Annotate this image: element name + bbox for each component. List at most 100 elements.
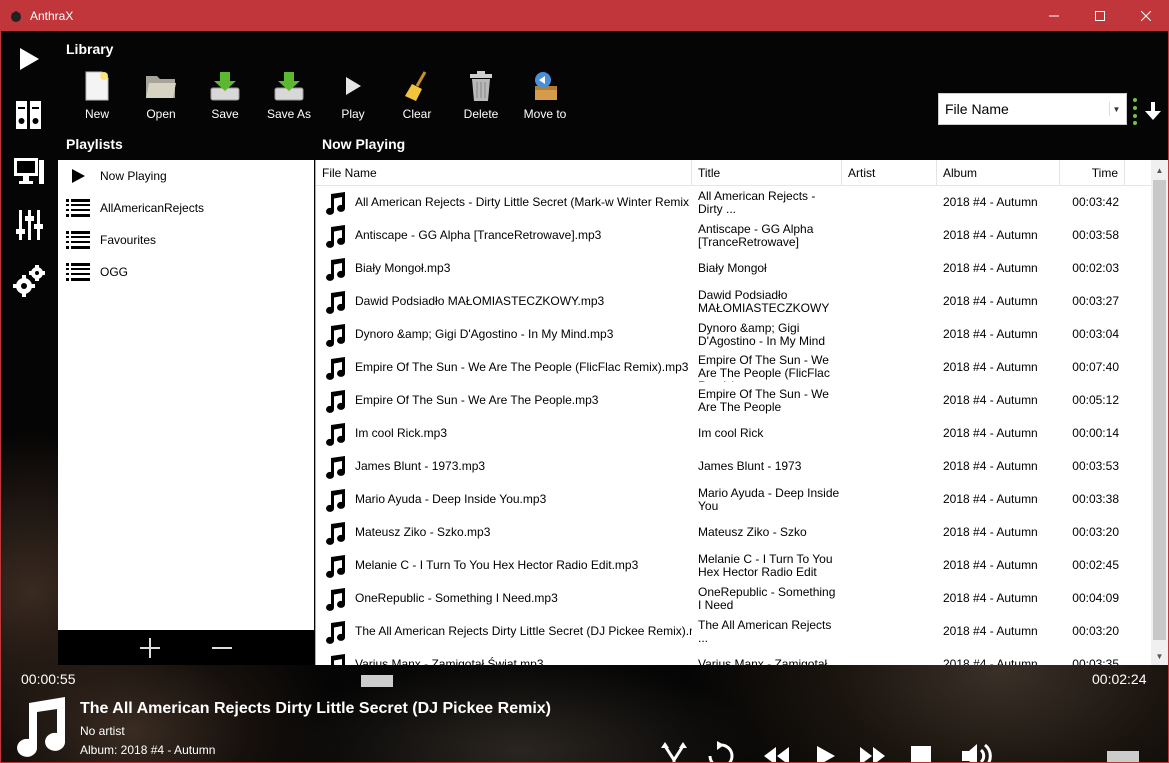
fast-forward-button[interactable]	[855, 739, 891, 762]
open-button[interactable]: Open	[129, 69, 193, 125]
cell-album: 2018 #4 - Autumn	[943, 196, 1038, 209]
cell-file-name: The All American Rejects Dirty Little Se…	[316, 620, 692, 644]
cell-file-name: Im cool Rick.mp3	[316, 422, 692, 446]
column-header-album[interactable]: Album	[937, 160, 1060, 186]
new-button[interactable]: New	[65, 69, 129, 125]
cell-file-name: Dawid Podsiadło MAŁOMIASTECZKOWY.mp3	[316, 290, 692, 314]
cell-album: 2018 #4 - Autumn	[943, 394, 1038, 407]
table-row[interactable]: Biały Mongoł.mp3 Biały Mongoł 2018 #4 - Au…	[316, 252, 1152, 285]
music-note-icon	[324, 488, 346, 512]
table-row[interactable]: All American Rejects - Dirty Little Secr…	[316, 186, 1152, 219]
file-name-text: Mario Ayuda - Deep Inside You.mp3	[355, 492, 547, 506]
table-row[interactable]: Im cool Rick.mp3 Im cool Rick 2018 #4 - Au…	[316, 417, 1152, 450]
table-row[interactable]: Mateusz Ziko - Szko.mp3 Mateusz Ziko - Sz…	[316, 516, 1152, 549]
play-pause-button[interactable]	[807, 739, 843, 762]
player-bar: 00:00:55 00:02:24 The All American Rejec…	[1, 665, 1168, 762]
nav-display[interactable]	[11, 153, 47, 189]
sort-field-select[interactable]: File Name ▼	[938, 93, 1127, 125]
file-name-text: The All American Rejects Dirty Little Se…	[355, 624, 692, 638]
add-playlist-button[interactable]	[138, 636, 162, 660]
table-row[interactable]: Dynoro &amp; Gigi D'Agostino - In My Min…	[316, 318, 1152, 351]
clear-button[interactable]: Clear	[385, 69, 449, 125]
minus-icon	[212, 646, 232, 649]
monitor-icon	[14, 158, 44, 184]
vertical-scrollbar[interactable]: ▲ ▼	[1151, 160, 1168, 665]
music-note-icon	[324, 554, 346, 578]
playlist-item-now-playing[interactable]: Now Playing	[58, 160, 314, 192]
repeat-icon	[708, 741, 734, 762]
drag-grip-icon[interactable]	[1132, 97, 1138, 125]
close-button[interactable]	[1123, 0, 1169, 31]
rewind-button[interactable]	[758, 739, 794, 762]
sort-direction-button[interactable]	[1144, 101, 1162, 121]
nav-settings[interactable]	[11, 263, 47, 299]
cell-file-name: Antiscape - GG Alpha [TranceRetrowave].m…	[316, 224, 692, 248]
music-note-icon	[324, 587, 346, 611]
nav-now-playing[interactable]	[11, 41, 47, 77]
file-name-text: Empire Of The Sun - We Are The People.mp…	[355, 393, 599, 407]
play-icon	[20, 48, 39, 70]
volume-button[interactable]	[959, 739, 995, 762]
move-to-button[interactable]: Move to	[513, 69, 577, 125]
cell-time: 00:03:04	[1072, 328, 1119, 341]
delete-button[interactable]: Delete	[449, 69, 513, 125]
list-icon	[66, 262, 90, 282]
shuffle-button[interactable]	[656, 739, 692, 762]
cell-album: 2018 #4 - Autumn	[943, 427, 1038, 440]
file-name-text: Biały Mongoł.mp3	[355, 261, 451, 275]
repeat-button[interactable]	[703, 739, 739, 762]
column-header-file-name[interactable]: File Name	[316, 160, 692, 186]
list-icon	[66, 230, 90, 250]
list-icon	[66, 198, 90, 218]
cell-file-name: Biały Mongoł.mp3	[316, 257, 692, 281]
scroll-down-icon[interactable]: ▼	[1151, 648, 1168, 665]
seek-slider-thumb[interactable]	[361, 675, 393, 687]
playlist-item-favourites[interactable]: Favourites	[58, 224, 314, 256]
remove-playlist-button[interactable]	[210, 636, 234, 660]
plus-icon	[140, 637, 160, 658]
minimize-button[interactable]	[1031, 0, 1077, 31]
save-button[interactable]: Save	[193, 69, 257, 125]
play-button[interactable]: Play	[321, 69, 385, 125]
playlists-heading: Playlists	[66, 136, 123, 152]
cell-title: James Blunt - 1973	[698, 460, 802, 473]
column-header-time[interactable]: Time	[1060, 160, 1125, 186]
column-header-title[interactable]: Title	[692, 160, 842, 186]
scrollbar-thumb[interactable]	[1153, 180, 1166, 640]
cell-title: The All American Rejects ...	[698, 618, 832, 645]
music-note-icon	[324, 290, 346, 314]
arrow-down-icon	[1145, 102, 1161, 120]
maximize-button[interactable]	[1077, 0, 1123, 31]
table-row[interactable]: Melanie C - I Turn To You Hex Hector Rad…	[316, 549, 1152, 582]
table-row[interactable]: Empire Of The Sun - We Are The People.mp…	[316, 384, 1152, 417]
nav-equalizer[interactable]	[11, 207, 47, 243]
cell-title: Dawid Podsiadło MAŁOMIASTECZKOWY	[698, 288, 830, 315]
app-logo-icon	[8, 8, 24, 24]
sort-field-value: File Name	[945, 101, 1009, 117]
table-row[interactable]: The All American Rejects Dirty Little Se…	[316, 615, 1152, 648]
cell-time: 00:02:03	[1072, 262, 1119, 275]
table-row[interactable]: OneRepublic - Something I Need.mp3 OneRep…	[316, 582, 1152, 615]
table-row[interactable]: Empire Of The Sun - We Are The People (F…	[316, 351, 1152, 384]
music-note-icon	[324, 224, 346, 248]
track-table: File Name Title Artist Album Time All Am…	[315, 160, 1168, 665]
save-as-button[interactable]: Save As	[257, 69, 321, 125]
table-row[interactable]: James Blunt - 1973.mp3 James Blunt - 1973…	[316, 450, 1152, 483]
column-header-artist[interactable]: Artist	[842, 160, 937, 186]
cell-time: 00:03:38	[1072, 493, 1119, 506]
cell-title: Empire Of The Sun - We Are The People (F…	[698, 353, 830, 382]
table-row[interactable]: Antiscape - GG Alpha [TranceRetrowave].m…	[316, 219, 1152, 252]
play-icon	[66, 166, 90, 186]
file-name-text: James Blunt - 1973.mp3	[355, 459, 486, 473]
nav-library[interactable]	[11, 97, 47, 133]
table-row[interactable]: Dawid Podsiadło MAŁOMIASTECZKOWY.mp3 Dawi…	[316, 285, 1152, 318]
playlist-item-allamericanrejects[interactable]: AllAmericanRejects	[58, 192, 314, 224]
volume-slider-thumb[interactable]	[1107, 751, 1139, 762]
playlist-item-ogg[interactable]: OGG	[58, 256, 314, 288]
scroll-up-icon[interactable]: ▲	[1151, 162, 1168, 179]
new-document-icon	[79, 69, 115, 103]
stop-button[interactable]	[903, 739, 939, 762]
table-row[interactable]: Mario Ayuda - Deep Inside You.mp3 Mario A…	[316, 483, 1152, 516]
table-row[interactable]: Varius Manx - Zamigotał Świat.mp3 Varius …	[316, 648, 1152, 665]
playlist-actions	[58, 630, 314, 665]
